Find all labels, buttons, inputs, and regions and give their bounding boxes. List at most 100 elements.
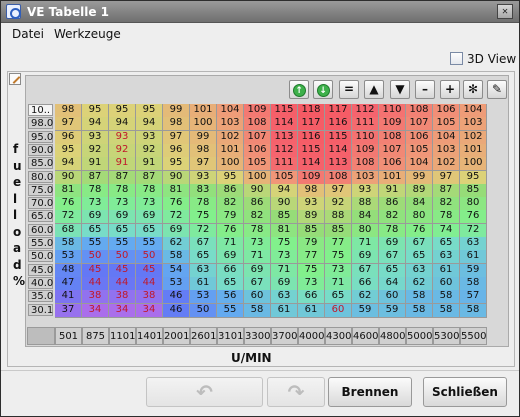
table-cell[interactable]: 79 [217,210,244,225]
table-cell[interactable]: 67 [190,237,217,251]
table-cell[interactable]: 71 [271,263,298,278]
table-cell[interactable]: 34 [82,303,109,318]
menu-datei[interactable]: Datei [12,27,44,41]
table-cell[interactable]: 86 [217,183,244,198]
table-cell[interactable]: 65 [190,250,217,265]
table-cell[interactable]: 81 [163,183,190,198]
table-cell[interactable]: 95 [136,104,163,118]
table-cell[interactable]: 80 [406,210,433,225]
table-cell[interactable]: 108 [352,157,379,172]
column-header[interactable]: 5000 [406,327,433,345]
table-cell[interactable]: 73 [136,197,163,212]
table-cell[interactable]: 73 [109,197,136,212]
table-cell[interactable]: 67 [244,276,271,291]
table-cell[interactable]: 108 [244,117,271,132]
table-cell[interactable]: 116 [298,130,325,145]
table-cell[interactable]: 60 [325,303,352,318]
table-cell[interactable]: 107 [379,143,406,158]
table-cell[interactable]: 41 [55,290,82,305]
table-cell[interactable]: 94 [82,117,109,132]
table-cell[interactable]: 58 [55,237,82,251]
table-cell[interactable]: 108 [406,104,433,118]
decrease-round-button[interactable]: ↓ [313,80,333,99]
table-cell[interactable]: 117 [325,104,352,118]
table-cell[interactable]: 91 [82,157,109,172]
table-cell[interactable]: 118 [298,104,325,118]
table-cell[interactable]: 97 [433,170,460,185]
table-cell[interactable]: 63 [433,250,460,265]
table-cell[interactable]: 106 [406,130,433,145]
table-cell[interactable]: 85 [460,183,487,198]
table-cell[interactable]: 59 [379,303,406,318]
table-cell[interactable]: 98 [298,183,325,198]
table-cell[interactable]: 105 [244,157,271,172]
table-cell[interactable]: 75 [190,210,217,225]
table-cell[interactable]: 103 [460,117,487,132]
subtract-button[interactable]: – [415,80,435,99]
table-cell[interactable]: 73 [325,263,352,278]
table-cell[interactable]: 92 [109,143,136,158]
table-cell[interactable]: 67 [379,250,406,265]
3d-view-label[interactable]: 3D View [467,52,516,66]
table-cell[interactable]: 78 [109,183,136,198]
table-cell[interactable]: 109 [352,143,379,158]
table-cell[interactable]: 95 [109,104,136,118]
table-cell[interactable]: 98 [55,104,82,118]
column-header[interactable]: 4800 [379,327,406,345]
table-cell[interactable]: 88 [325,210,352,225]
table-cell[interactable]: 65 [109,223,136,238]
column-header[interactable]: 1101 [109,327,136,345]
table-cell[interactable]: 45 [136,263,163,278]
schliessen-button[interactable]: Schließen [423,377,507,407]
table-cell[interactable]: 82 [244,210,271,225]
table-cell[interactable]: 62 [406,276,433,291]
row-header[interactable]: 65.0 [28,210,53,223]
table-cell[interactable]: 100 [217,157,244,172]
row-header[interactable]: 75.0 [28,183,53,196]
table-cell[interactable]: 91 [109,157,136,172]
table-cell[interactable]: 115 [325,130,352,145]
table-cell[interactable]: 55 [82,237,109,251]
table-cell[interactable]: 62 [163,237,190,251]
table-cell[interactable]: 68 [55,223,82,238]
table-cell[interactable]: 94 [109,117,136,132]
table-cell[interactable]: 65 [325,290,352,305]
column-header[interactable]: 4000 [298,327,325,345]
table-cell[interactable]: 112 [271,143,298,158]
table-cell[interactable]: 94 [55,157,82,172]
table-cell[interactable]: 77 [298,250,325,265]
table-cell[interactable]: 69 [163,223,190,238]
column-header[interactable]: 5500 [460,327,487,345]
table-cell[interactable]: 66 [217,263,244,278]
table-cell[interactable]: 72 [55,210,82,225]
table-cell[interactable]: 97 [325,183,352,198]
table-cell[interactable]: 101 [460,143,487,158]
menu-werkzeuge[interactable]: Werkzeuge [54,27,121,41]
table-cell[interactable]: 101 [217,143,244,158]
table-cell[interactable]: 90 [271,197,298,212]
table-cell[interactable]: 54 [163,263,190,278]
table-cell[interactable]: 65 [217,276,244,291]
table-cell[interactable]: 114 [298,157,325,172]
add-button[interactable]: + [440,80,460,99]
table-cell[interactable]: 90 [163,170,190,185]
table-cell[interactable]: 72 [190,223,217,238]
table-cell[interactable]: 81 [271,223,298,238]
table-cell[interactable]: 58 [433,303,460,318]
table-cell[interactable]: 50 [82,250,109,265]
table-cell[interactable]: 87 [433,183,460,198]
table-cell[interactable]: 90 [55,170,82,185]
table-cell[interactable]: 50 [190,303,217,318]
column-header[interactable]: 2601 [190,327,217,345]
table-cell[interactable]: 115 [271,104,298,118]
table-cell[interactable]: 53 [190,290,217,305]
column-header[interactable]: 4300 [325,327,352,345]
table-cell[interactable]: 95 [163,157,190,172]
table-cell[interactable]: 56 [217,290,244,305]
table-cell[interactable]: 59 [460,263,487,278]
table-cell[interactable]: 117 [298,117,325,132]
table-cell[interactable]: 109 [244,104,271,118]
table-cell[interactable]: 37 [55,303,82,318]
table-cell[interactable]: 85 [271,210,298,225]
table-cell[interactable]: 48 [55,263,82,278]
